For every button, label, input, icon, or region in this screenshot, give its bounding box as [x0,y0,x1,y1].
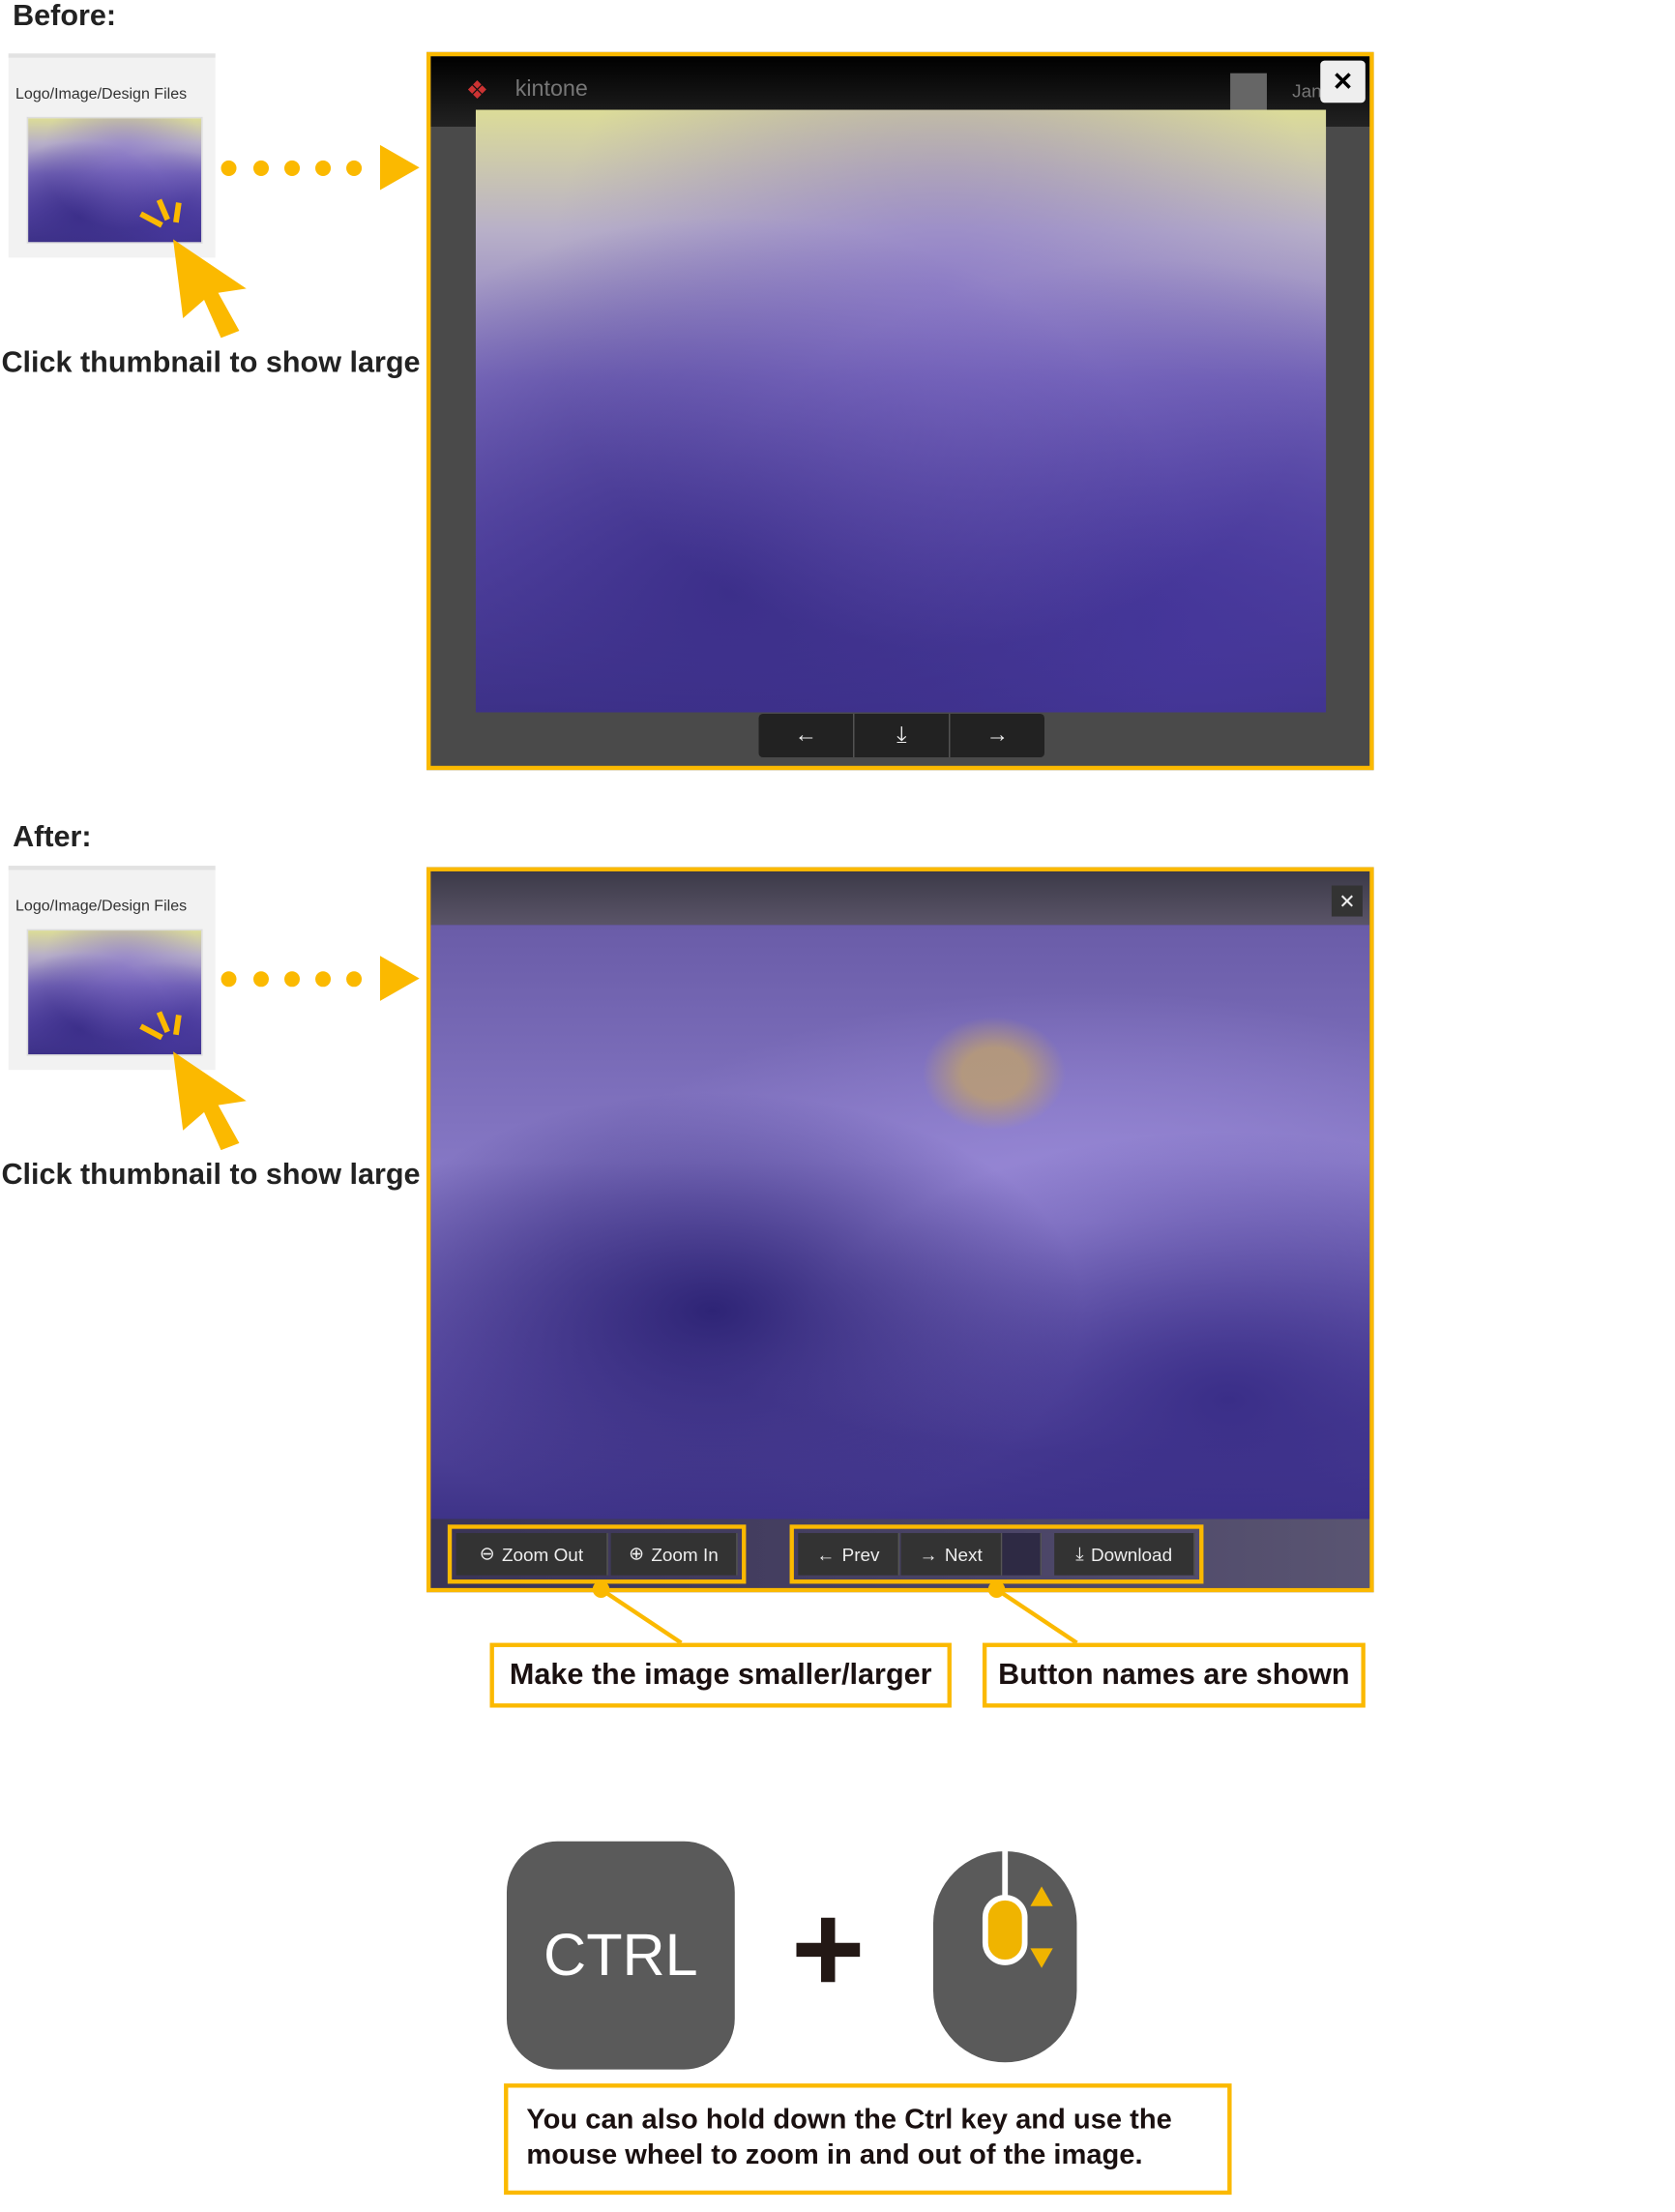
after-caption: Click thumbnail to show large [1,1158,421,1192]
kintone-logo-icon: ❖ [465,75,489,104]
zoom-in-label: Zoom In [651,1543,719,1565]
cursor-arrow-icon [139,1011,247,1151]
prev-label: Prev [841,1543,880,1565]
prev-button[interactable]: ← Prev [798,1533,900,1576]
arrow-left-icon: ← [816,1543,836,1565]
cursor-arrow-icon [139,198,247,339]
next-label: Next [944,1543,983,1565]
callout-zoom: Make the image smaller/larger [489,1642,952,1708]
download-label: Download [1090,1543,1173,1565]
before-caption: Click thumbnail to show large [1,346,421,379]
zoom-in-button[interactable]: ⊕ Zoom In [610,1533,738,1576]
ctrl-key-icon: CTRL [506,1841,735,2070]
zoom-out-button[interactable]: ⊖ Zoom Out [455,1533,608,1576]
field-label: Logo/Image/Design Files [15,85,188,103]
tip-line-2: mouse wheel to zoom in and out of the im… [526,2139,1143,2171]
arrow-right-icon [379,956,420,1001]
mouse-wheel-icon [932,1850,1077,2063]
avatar [1230,73,1267,110]
plus-sign: + [790,1879,866,2020]
close-button[interactable]: ✕ [1331,885,1363,917]
viewer-toolbar: ← ⤓ → [758,713,1044,758]
zoom-out-icon: ⊖ [479,1543,495,1565]
before-heading: Before: [13,0,117,33]
tip-line-1: You can also hold down the Ctrl key and … [526,2104,1172,2136]
large-image [475,109,1327,713]
nav-group-highlight: ← Prev → Next ⤓ Download [789,1524,1204,1584]
next-button[interactable]: → Next [900,1533,1003,1576]
before-viewer: ❖ kintone Jan ✕ ← ⤓ → [426,51,1374,771]
arrow-right-icon [379,144,420,191]
toolbar-spacer [1002,1533,1043,1576]
after-heading: After: [13,820,92,854]
viewer-header [430,870,1370,926]
zoom-group-highlight: ⊖ Zoom Out ⊕ Zoom In [447,1524,747,1584]
large-image [430,925,1370,1519]
app-name: kintone [514,77,588,102]
after-viewer: ✕ [426,867,1374,1593]
callout-button-names: Button names are shown [982,1642,1366,1708]
download-icon: ⤓ [1075,1543,1084,1565]
download-button[interactable]: ⤓ [854,713,951,758]
arrow-right-icon: → [919,1543,938,1565]
next-button[interactable]: → [950,714,1044,757]
field-label: Logo/Image/Design Files [15,898,188,916]
zoom-out-label: Zoom Out [501,1543,584,1565]
download-button[interactable]: ⤓ Download [1054,1533,1195,1576]
user-name: Jan [1292,79,1322,102]
zoom-in-icon: ⊕ [629,1543,645,1565]
prev-button[interactable]: ← [759,713,855,758]
close-button[interactable]: ✕ [1320,60,1366,103]
tip-text-box: You can also hold down the Ctrl key and … [504,2083,1232,2196]
